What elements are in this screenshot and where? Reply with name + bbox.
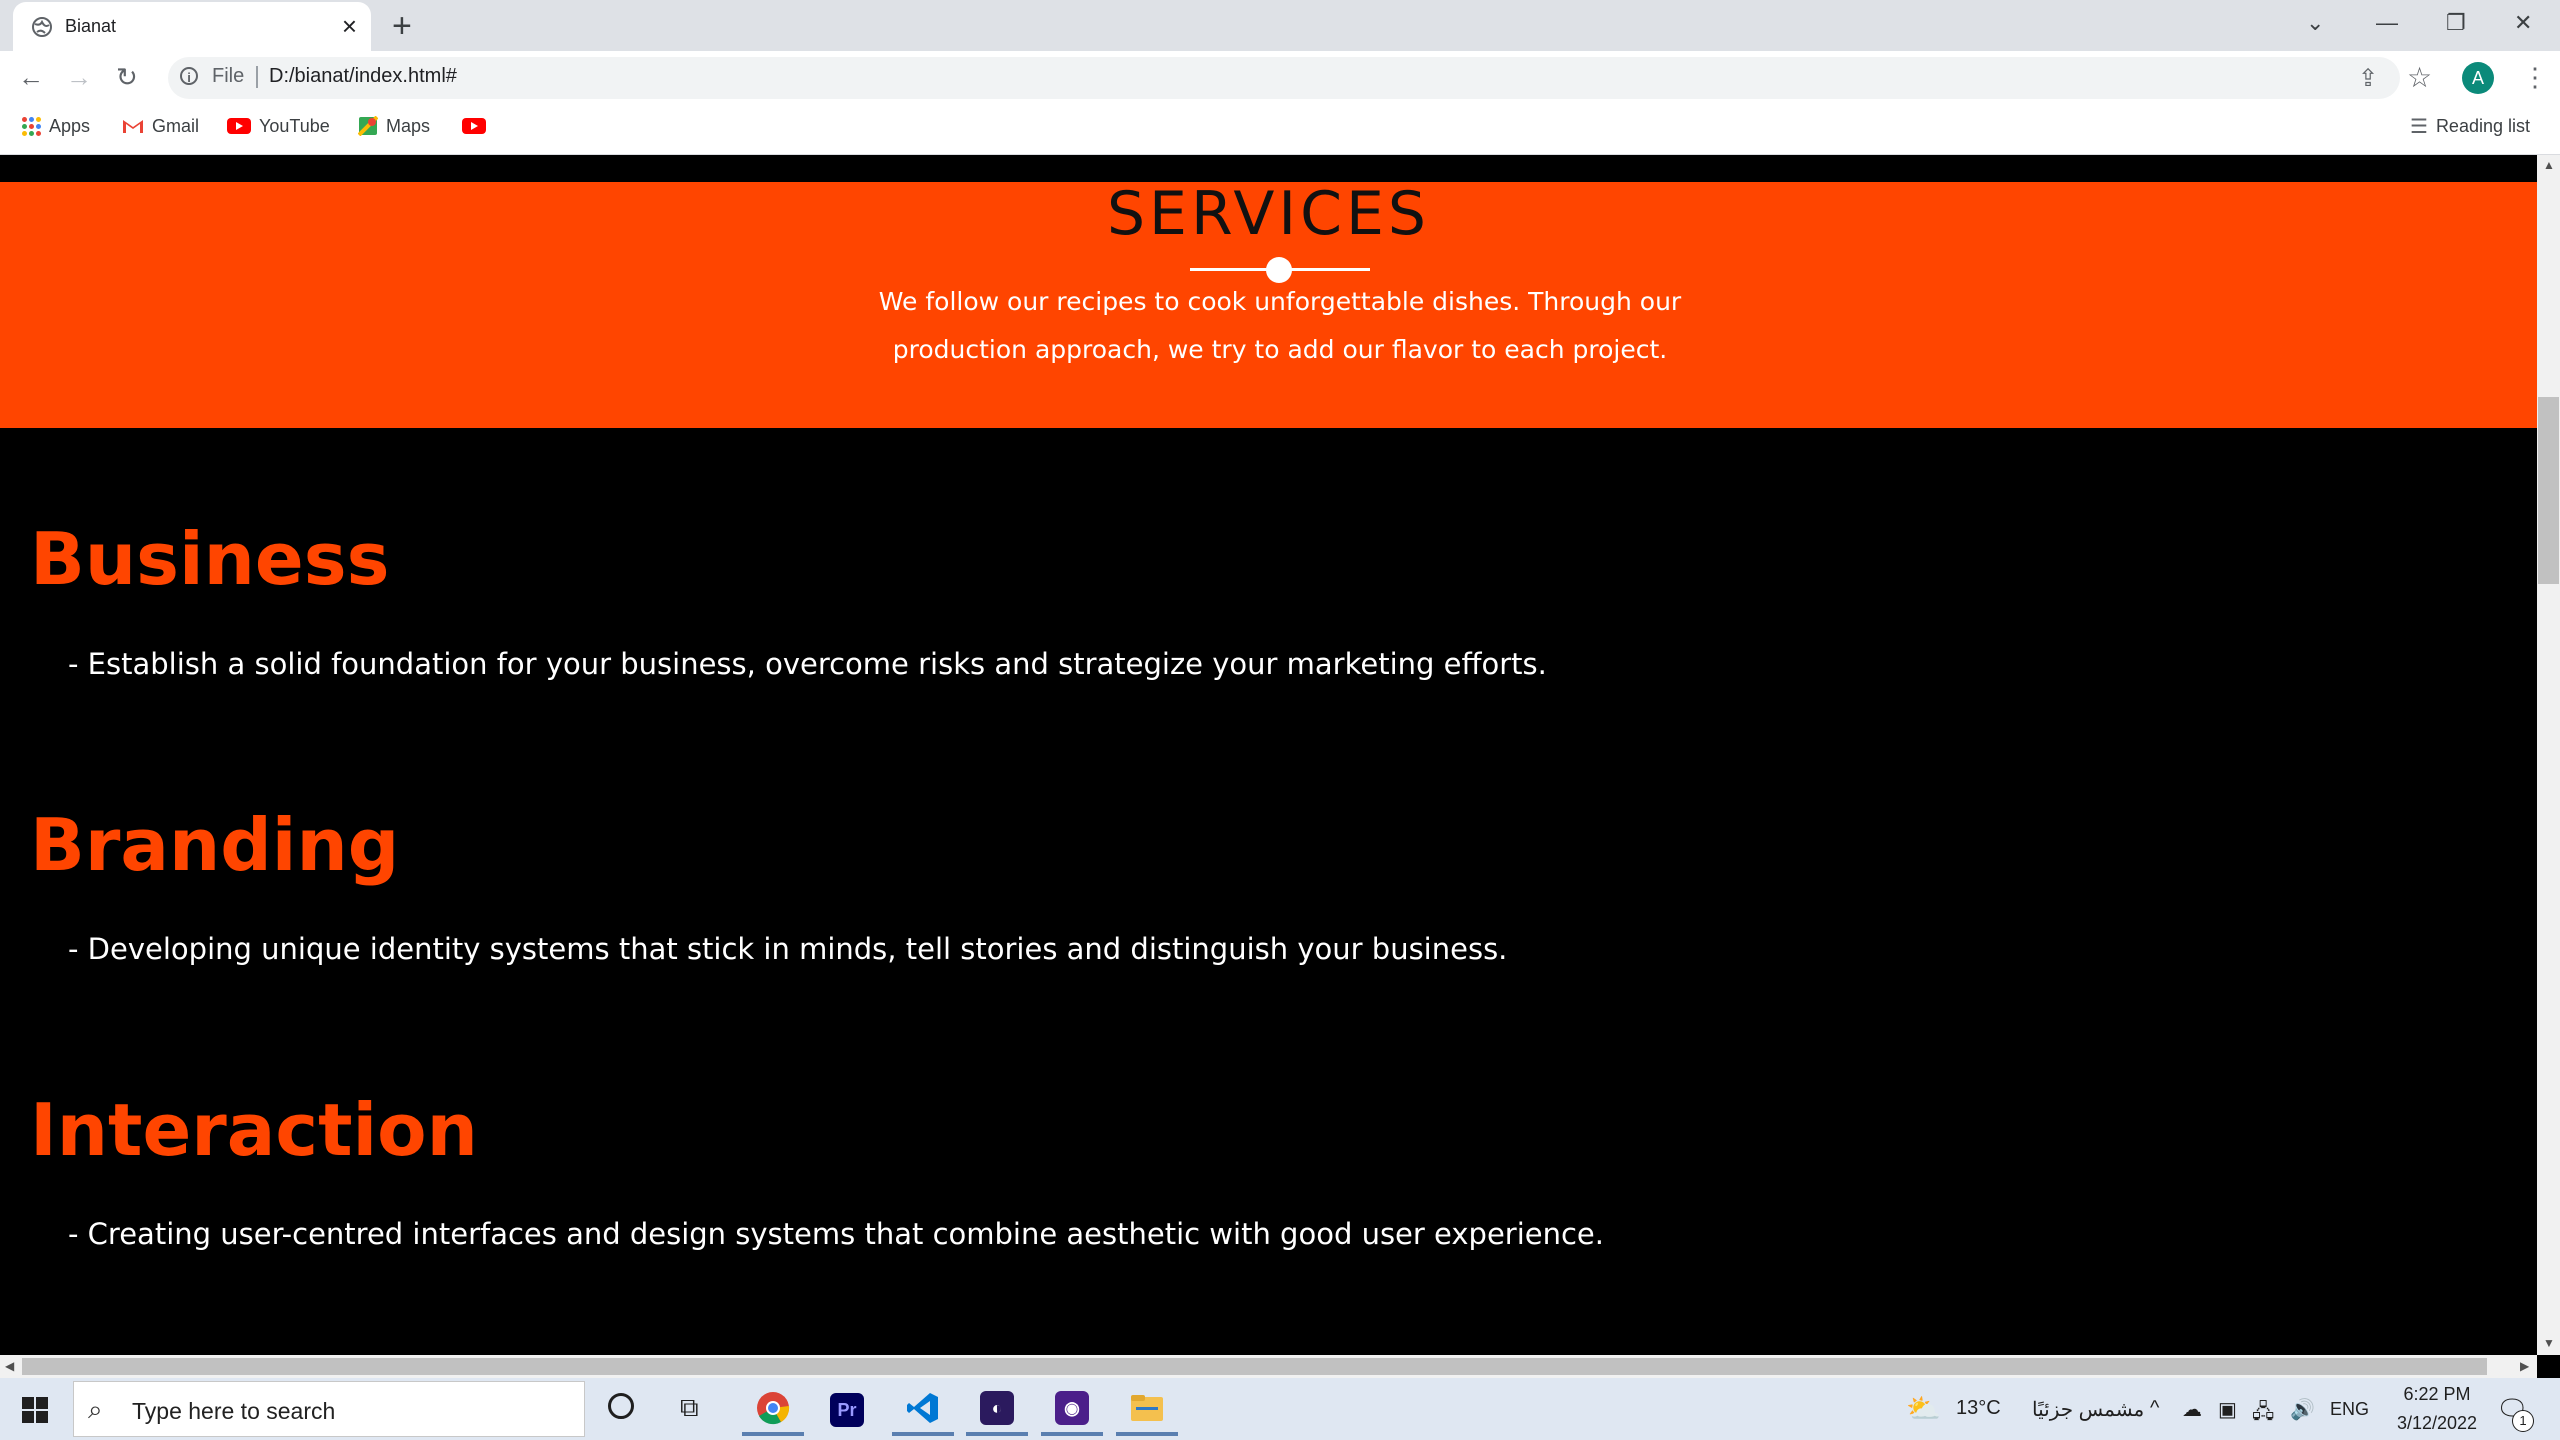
scroll-down-arrow-icon[interactable]: ▼ [2543,1336,2555,1350]
apps-grid-icon [22,116,41,136]
share-icon[interactable]: ⇪ [2358,64,2378,93]
info-icon[interactable]: i [180,67,198,85]
close-tab-icon[interactable]: × [342,11,357,41]
tab-search-icon[interactable]: ⌄ [2306,8,2324,38]
address-bar[interactable] [168,57,2400,99]
close-window-button[interactable]: ✕ [2514,8,2532,38]
vscode-icon [907,1393,938,1423]
tab-title: Bianat [65,16,117,36]
bookmark-apps[interactable]: Apps [22,114,90,138]
onedrive-icon[interactable]: ☁ [2182,1397,2202,1422]
bookmark-maps[interactable]: Maps [358,114,430,138]
services-description-line: We follow our recipes to cook unforgetta… [878,287,1682,316]
services-description-line: production approach, we try to add our f… [892,335,1668,364]
bookmark-label: Apps [49,115,91,136]
minimize-button[interactable]: — [2376,8,2398,38]
task-view-icon[interactable]: ⧉ [680,1392,699,1424]
windows-start-icon[interactable] [22,1397,48,1423]
scroll-up-arrow-icon[interactable]: ▲ [2543,158,2555,172]
bookmark-youtube[interactable]: YouTube [227,114,330,138]
bookmark-gmail[interactable]: Gmail [122,114,199,138]
scroll-left-arrow-icon[interactable]: ◀ [5,1359,14,1373]
service-title-interaction: Interaction [30,1088,478,1172]
search-icon: ⌕ [88,1394,103,1424]
show-hidden-icons-icon[interactable]: ^ [2150,1397,2159,1420]
bookmark-star-icon[interactable]: ☆ [2407,61,2432,94]
bookmark-label: Gmail [152,115,200,136]
new-tab-button[interactable]: + [392,6,412,46]
volume-icon[interactable]: 🔊 [2290,1397,2315,1422]
globe-icon [32,17,52,37]
bookmark-youtube-2[interactable] [462,114,486,138]
reading-list-button[interactable]: ☰ Reading list [2410,114,2530,138]
reload-button[interactable]: ↻ [116,60,138,94]
bookmark-label: Maps [386,115,431,136]
browser-tab[interactable]: Bianat × [13,2,371,51]
service-description-business: - Establish a solid foundation for your … [68,647,1547,681]
taskbar-app-2[interactable]: ◉ [1041,1384,1103,1436]
service-title-business: Business [30,517,390,601]
taskbar-search-placeholder: Type here to search [132,1398,336,1424]
scroll-right-arrow-icon[interactable]: ▶ [2520,1359,2529,1373]
service-description-branding: - Developing unique identity systems tha… [68,932,1508,966]
maps-icon [358,116,378,136]
page-viewport: SERVICES We follow our recipes to cook u… [0,155,2537,1355]
omnibox-divider [256,66,258,88]
service-title-branding: Branding [30,803,400,887]
cortana-icon[interactable] [608,1393,634,1419]
language-indicator[interactable]: ENG [2330,1399,2369,1420]
forward-button[interactable]: → [66,60,92,94]
network-icon[interactable]: 🖧 [2252,1397,2274,1431]
youtube-icon [227,118,251,134]
app-icon: ◐ [980,1391,1014,1425]
notification-count-badge: 1 [2512,1410,2534,1432]
file-explorer-icon [1131,1395,1163,1421]
meet-now-icon[interactable]: ▣ [2218,1397,2237,1422]
premiere-pro-icon: Pr [830,1393,864,1427]
horizontal-scrollbar-thumb[interactable] [22,1358,2487,1375]
chrome-icon [757,1392,790,1425]
tab-strip [0,0,2560,51]
services-title: SERVICES [1106,179,1431,249]
url-scheme: File [212,65,245,87]
weather-icon[interactable]: ⛅ [1906,1392,1941,1425]
taskbar-file-explorer[interactable] [1116,1384,1178,1436]
clock-date[interactable]: 3/12/2022 [2384,1413,2490,1434]
taskbar-premiere[interactable]: Pr [816,1384,878,1436]
more-menu-icon[interactable]: ⋮ [2522,62,2548,93]
youtube-icon [462,118,486,134]
taskbar-chrome[interactable] [742,1384,804,1436]
restore-button[interactable]: ❐ [2446,8,2466,38]
gmail-icon [123,120,143,133]
weather-description[interactable]: مشمس جزئيًا [2032,1397,2144,1422]
app-icon: ◉ [1055,1391,1089,1425]
reading-list-label: Reading list [2435,115,2530,136]
taskbar-vscode[interactable] [892,1384,954,1436]
reading-list-icon: ☰ [2410,115,2428,138]
profile-avatar[interactable]: A [2462,62,2494,94]
weather-temperature[interactable]: 13°C [1956,1397,2001,1420]
clock-time[interactable]: 6:22 PM [2392,1384,2482,1405]
vertical-scrollbar-thumb[interactable] [2538,397,2559,584]
services-description: We follow our recipes to cook unforgetta… [870,278,1690,374]
back-button[interactable]: ← [18,60,44,94]
service-description-interaction: - Creating user-centred interfaces and d… [68,1217,1604,1251]
vertical-scrollbar[interactable] [2537,155,2560,1355]
bookmark-label: YouTube [259,115,330,136]
url-text[interactable]: D:/bianat/index.html# [269,65,457,88]
taskbar-app-1[interactable]: ◐ [966,1384,1028,1436]
